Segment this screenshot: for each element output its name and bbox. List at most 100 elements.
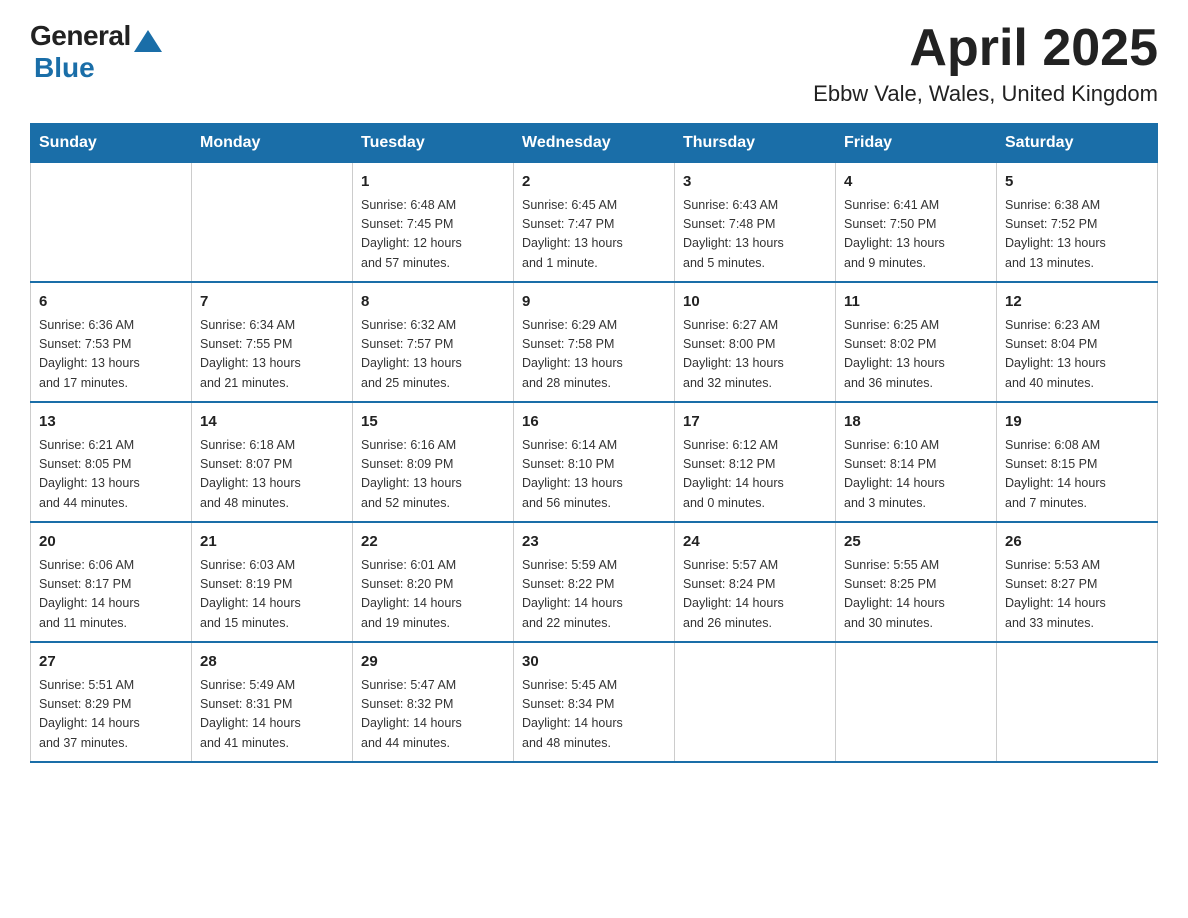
calendar-cell <box>836 642 997 762</box>
page-subtitle: Ebbw Vale, Wales, United Kingdom <box>813 81 1158 107</box>
day-info: Sunrise: 6:48 AM Sunset: 7:45 PM Dayligh… <box>361 196 505 274</box>
day-number: 20 <box>39 531 183 554</box>
calendar-cell: 13Sunrise: 6:21 AM Sunset: 8:05 PM Dayli… <box>31 402 192 522</box>
day-info: Sunrise: 5:45 AM Sunset: 8:34 PM Dayligh… <box>522 676 666 754</box>
day-number: 25 <box>844 531 988 554</box>
calendar-cell: 30Sunrise: 5:45 AM Sunset: 8:34 PM Dayli… <box>514 642 675 762</box>
day-number: 19 <box>1005 411 1149 434</box>
day-info: Sunrise: 6:25 AM Sunset: 8:02 PM Dayligh… <box>844 316 988 394</box>
day-info: Sunrise: 6:36 AM Sunset: 7:53 PM Dayligh… <box>39 316 183 394</box>
title-section: April 2025 Ebbw Vale, Wales, United King… <box>813 20 1158 107</box>
calendar-cell: 2Sunrise: 6:45 AM Sunset: 7:47 PM Daylig… <box>514 163 675 283</box>
day-info: Sunrise: 6:12 AM Sunset: 8:12 PM Dayligh… <box>683 436 827 514</box>
calendar-cell: 27Sunrise: 5:51 AM Sunset: 8:29 PM Dayli… <box>31 642 192 762</box>
logo: General Blue <box>30 20 162 84</box>
day-info: Sunrise: 6:14 AM Sunset: 8:10 PM Dayligh… <box>522 436 666 514</box>
page-header: General Blue April 2025 Ebbw Vale, Wales… <box>30 20 1158 107</box>
calendar-cell: 6Sunrise: 6:36 AM Sunset: 7:53 PM Daylig… <box>31 282 192 402</box>
calendar-cell: 7Sunrise: 6:34 AM Sunset: 7:55 PM Daylig… <box>192 282 353 402</box>
day-number: 30 <box>522 651 666 674</box>
day-number: 28 <box>200 651 344 674</box>
day-number: 17 <box>683 411 827 434</box>
day-info: Sunrise: 5:51 AM Sunset: 8:29 PM Dayligh… <box>39 676 183 754</box>
day-number: 6 <box>39 291 183 314</box>
calendar-week-row: 1Sunrise: 6:48 AM Sunset: 7:45 PM Daylig… <box>31 163 1158 283</box>
day-info: Sunrise: 6:10 AM Sunset: 8:14 PM Dayligh… <box>844 436 988 514</box>
day-info: Sunrise: 5:47 AM Sunset: 8:32 PM Dayligh… <box>361 676 505 754</box>
calendar-cell: 24Sunrise: 5:57 AM Sunset: 8:24 PM Dayli… <box>675 522 836 642</box>
calendar-cell: 26Sunrise: 5:53 AM Sunset: 8:27 PM Dayli… <box>997 522 1158 642</box>
day-number: 9 <box>522 291 666 314</box>
day-number: 12 <box>1005 291 1149 314</box>
day-info: Sunrise: 6:18 AM Sunset: 8:07 PM Dayligh… <box>200 436 344 514</box>
day-number: 3 <box>683 171 827 194</box>
calendar-cell: 3Sunrise: 6:43 AM Sunset: 7:48 PM Daylig… <box>675 163 836 283</box>
calendar-cell: 20Sunrise: 6:06 AM Sunset: 8:17 PM Dayli… <box>31 522 192 642</box>
calendar-cell: 21Sunrise: 6:03 AM Sunset: 8:19 PM Dayli… <box>192 522 353 642</box>
day-number: 11 <box>844 291 988 314</box>
calendar-header-tuesday: Tuesday <box>353 124 514 163</box>
calendar-cell: 10Sunrise: 6:27 AM Sunset: 8:00 PM Dayli… <box>675 282 836 402</box>
calendar-cell: 16Sunrise: 6:14 AM Sunset: 8:10 PM Dayli… <box>514 402 675 522</box>
day-number: 13 <box>39 411 183 434</box>
calendar-cell: 17Sunrise: 6:12 AM Sunset: 8:12 PM Dayli… <box>675 402 836 522</box>
calendar-header-thursday: Thursday <box>675 124 836 163</box>
calendar-cell: 23Sunrise: 5:59 AM Sunset: 8:22 PM Dayli… <box>514 522 675 642</box>
day-number: 10 <box>683 291 827 314</box>
day-info: Sunrise: 6:27 AM Sunset: 8:00 PM Dayligh… <box>683 316 827 394</box>
day-info: Sunrise: 6:29 AM Sunset: 7:58 PM Dayligh… <box>522 316 666 394</box>
day-info: Sunrise: 6:06 AM Sunset: 8:17 PM Dayligh… <box>39 556 183 634</box>
day-info: Sunrise: 6:32 AM Sunset: 7:57 PM Dayligh… <box>361 316 505 394</box>
day-number: 1 <box>361 171 505 194</box>
day-number: 29 <box>361 651 505 674</box>
day-number: 5 <box>1005 171 1149 194</box>
calendar-cell <box>192 163 353 283</box>
day-info: Sunrise: 5:53 AM Sunset: 8:27 PM Dayligh… <box>1005 556 1149 634</box>
day-info: Sunrise: 6:08 AM Sunset: 8:15 PM Dayligh… <box>1005 436 1149 514</box>
day-info: Sunrise: 5:55 AM Sunset: 8:25 PM Dayligh… <box>844 556 988 634</box>
calendar-header-saturday: Saturday <box>997 124 1158 163</box>
calendar-table: SundayMondayTuesdayWednesdayThursdayFrid… <box>30 123 1158 763</box>
calendar-cell: 15Sunrise: 6:16 AM Sunset: 8:09 PM Dayli… <box>353 402 514 522</box>
calendar-cell <box>675 642 836 762</box>
calendar-week-row: 6Sunrise: 6:36 AM Sunset: 7:53 PM Daylig… <box>31 282 1158 402</box>
day-number: 15 <box>361 411 505 434</box>
day-info: Sunrise: 6:23 AM Sunset: 8:04 PM Dayligh… <box>1005 316 1149 394</box>
day-number: 26 <box>1005 531 1149 554</box>
day-info: Sunrise: 5:59 AM Sunset: 8:22 PM Dayligh… <box>522 556 666 634</box>
day-number: 2 <box>522 171 666 194</box>
day-number: 23 <box>522 531 666 554</box>
calendar-cell: 14Sunrise: 6:18 AM Sunset: 8:07 PM Dayli… <box>192 402 353 522</box>
calendar-cell: 28Sunrise: 5:49 AM Sunset: 8:31 PM Dayli… <box>192 642 353 762</box>
day-info: Sunrise: 6:34 AM Sunset: 7:55 PM Dayligh… <box>200 316 344 394</box>
calendar-cell: 19Sunrise: 6:08 AM Sunset: 8:15 PM Dayli… <box>997 402 1158 522</box>
calendar-header-monday: Monday <box>192 124 353 163</box>
logo-blue-text: Blue <box>34 52 95 83</box>
calendar-cell: 8Sunrise: 6:32 AM Sunset: 7:57 PM Daylig… <box>353 282 514 402</box>
day-info: Sunrise: 5:49 AM Sunset: 8:31 PM Dayligh… <box>200 676 344 754</box>
day-number: 21 <box>200 531 344 554</box>
calendar-cell: 11Sunrise: 6:25 AM Sunset: 8:02 PM Dayli… <box>836 282 997 402</box>
day-number: 27 <box>39 651 183 674</box>
day-info: Sunrise: 6:03 AM Sunset: 8:19 PM Dayligh… <box>200 556 344 634</box>
calendar-cell: 25Sunrise: 5:55 AM Sunset: 8:25 PM Dayli… <box>836 522 997 642</box>
day-info: Sunrise: 6:43 AM Sunset: 7:48 PM Dayligh… <box>683 196 827 274</box>
day-info: Sunrise: 6:38 AM Sunset: 7:52 PM Dayligh… <box>1005 196 1149 274</box>
page-title: April 2025 <box>813 20 1158 77</box>
calendar-header-wednesday: Wednesday <box>514 124 675 163</box>
day-info: Sunrise: 5:57 AM Sunset: 8:24 PM Dayligh… <box>683 556 827 634</box>
day-number: 14 <box>200 411 344 434</box>
day-number: 16 <box>522 411 666 434</box>
day-number: 7 <box>200 291 344 314</box>
day-info: Sunrise: 6:45 AM Sunset: 7:47 PM Dayligh… <box>522 196 666 274</box>
calendar-cell: 4Sunrise: 6:41 AM Sunset: 7:50 PM Daylig… <box>836 163 997 283</box>
day-number: 24 <box>683 531 827 554</box>
calendar-header-friday: Friday <box>836 124 997 163</box>
calendar-cell: 29Sunrise: 5:47 AM Sunset: 8:32 PM Dayli… <box>353 642 514 762</box>
calendar-header-sunday: Sunday <box>31 124 192 163</box>
calendar-cell: 18Sunrise: 6:10 AM Sunset: 8:14 PM Dayli… <box>836 402 997 522</box>
calendar-week-row: 13Sunrise: 6:21 AM Sunset: 8:05 PM Dayli… <box>31 402 1158 522</box>
calendar-cell <box>31 163 192 283</box>
day-number: 4 <box>844 171 988 194</box>
calendar-cell: 12Sunrise: 6:23 AM Sunset: 8:04 PM Dayli… <box>997 282 1158 402</box>
